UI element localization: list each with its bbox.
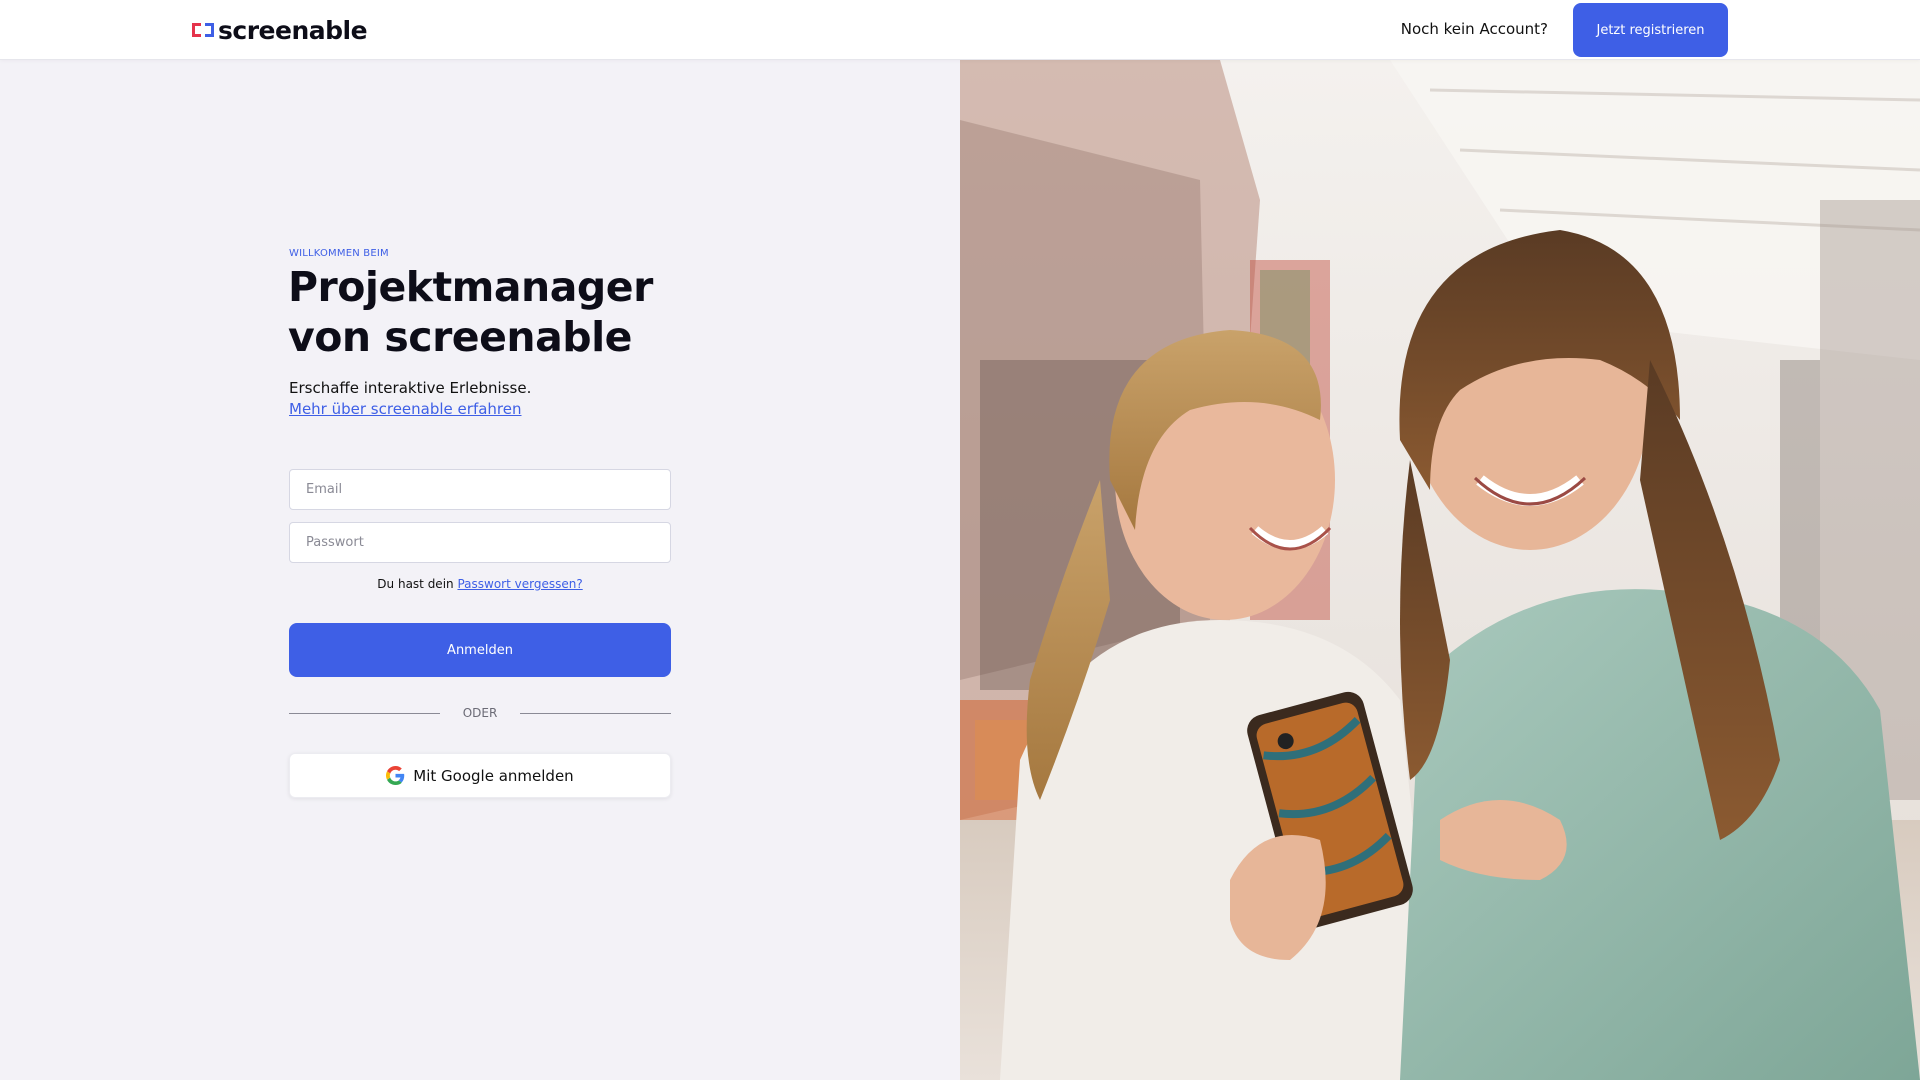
or-divider: ODER <box>289 705 671 723</box>
login-panel <box>0 60 960 1080</box>
page-title-line-2: von screenable <box>288 313 632 361</box>
divider-text: ODER <box>462 706 498 720</box>
forgot-password-row: Du hast dein Passwort vergessen? <box>289 577 671 591</box>
forgot-password-link[interactable]: Passwort vergessen? <box>457 577 582 591</box>
divider-line-right <box>520 713 671 714</box>
screenable-logo[interactable]: screenable <box>191 15 368 45</box>
top-header: screenable Noch kein Account? Jetzt regi… <box>0 0 1920 60</box>
welcome-eyebrow: WILLKOMMEN BEIM <box>289 248 389 259</box>
hero-photo-illustration <box>960 60 1920 1080</box>
divider-line-left <box>289 713 440 714</box>
email-field[interactable] <box>289 469 671 510</box>
password-field[interactable] <box>289 522 671 563</box>
forgot-password-prefix: Du hast dein <box>377 577 454 591</box>
google-g-icon <box>386 766 405 785</box>
login-button[interactable]: Anmelden <box>289 623 671 677</box>
page-title-line-1: Projektmanager <box>288 263 653 311</box>
logo-text: screenable <box>218 15 368 45</box>
hero-photo <box>960 60 1920 1080</box>
register-button[interactable]: Jetzt registrieren <box>1573 3 1728 57</box>
google-login-label: Mit Google anmelden <box>413 766 574 785</box>
page-title: Projektmanager von screenable <box>288 262 708 362</box>
no-account-text: Noch kein Account? <box>1400 20 1548 38</box>
learn-more-link[interactable]: Mehr über screenable erfahren <box>289 400 522 418</box>
google-login-button[interactable]: Mit Google anmelden <box>289 753 671 798</box>
screenable-logo-mark-icon <box>192 23 214 37</box>
tagline: Erschaffe interaktive Erlebnisse. <box>289 379 532 397</box>
